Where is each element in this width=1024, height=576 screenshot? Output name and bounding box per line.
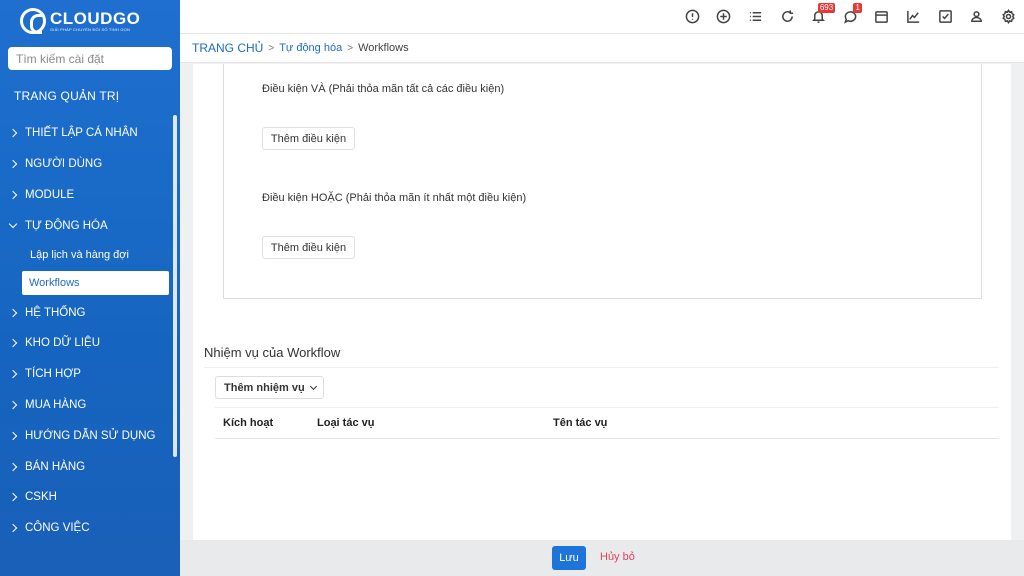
add-and-condition-button[interactable]: Thêm điều kiện <box>262 127 355 150</box>
sidebar-item-user-guide[interactable]: HƯỚNG DẪN SỬ DỤNG <box>0 420 172 451</box>
sidebar-item-automation[interactable]: TỰ ĐỘNG HÓA <box>0 210 172 241</box>
brand-tagline: GIẢI PHÁP CHUYỂN ĐỔI SỐ TINH GỌN <box>50 26 131 32</box>
task-check-icon[interactable] <box>929 0 961 33</box>
breadcrumb-current: Workflows <box>358 42 409 54</box>
sidebar-subitem-label: Lập lịch và hàng đợi <box>30 249 129 262</box>
sidebar-item-label: MODULE <box>25 188 75 201</box>
sidebar-item-module[interactable]: MODULE <box>0 180 172 211</box>
column-header-task-name[interactable]: Tên tác vụ <box>553 417 607 429</box>
brand-name: CLOUDGO <box>50 8 141 28</box>
chevron-right-icon: > <box>268 42 275 54</box>
sidebar-item-label: KHO DỮ LIỆU <box>25 337 101 350</box>
sidebar-item-label: TỰ ĐỘNG HÓA <box>25 219 108 232</box>
divider <box>204 367 999 368</box>
alert-icon[interactable] <box>676 0 708 33</box>
sidebar-item-label: CÔNG VIỆC <box>25 522 90 535</box>
sidebar-item-sales[interactable]: BÁN HÀNG <box>0 451 172 482</box>
sidebar-subitem-label: Workflows <box>29 277 80 290</box>
settings-search-input[interactable] <box>8 47 172 70</box>
chevron-down-icon <box>8 220 18 229</box>
chevron-right-icon <box>8 462 18 471</box>
chevron-right-icon <box>8 190 18 200</box>
add-icon[interactable] <box>708 0 740 33</box>
sidebar-item-label: BÁN HÀNG <box>25 460 86 473</box>
settings-gear-icon[interactable] <box>992 0 1024 33</box>
sidebar-item-label: MUA HÀNG <box>25 398 87 411</box>
bell-icon[interactable]: 693 <box>803 0 836 33</box>
sidebar-item-integration[interactable]: TÍCH HỢP <box>0 359 172 390</box>
chevron-right-icon <box>8 369 18 379</box>
save-button[interactable]: Lưu <box>552 546 586 570</box>
list-icon[interactable] <box>740 0 772 33</box>
sidebar-item-personal-settings[interactable]: THIẾT LẬP CÁ NHÂN <box>0 118 172 149</box>
breadcrumb-parent-link[interactable]: Tự động hóa <box>279 42 342 54</box>
user-icon[interactable] <box>961 0 993 33</box>
footer-action-bar: Lưu Hủy bỏ <box>180 540 1024 576</box>
sidebar-item-users[interactable]: NGƯỜI DÙNG <box>0 149 172 180</box>
chevron-down-icon <box>309 382 317 390</box>
tasks-table-header: Kích hoạt Loại tác vụ Tên tác vụ <box>215 407 999 439</box>
sidebar-subitem-workflows[interactable]: Workflows <box>22 271 169 296</box>
column-header-active[interactable]: Kích hoạt <box>223 417 273 429</box>
sidebar-item-label: HƯỚNG DẪN SỬ DỤNG <box>25 429 156 442</box>
chevron-right-icon <box>8 523 18 533</box>
chat-icon[interactable]: 1 <box>834 0 866 33</box>
message-count-badge: 1 <box>853 3 862 13</box>
sidebar-item-purchasing[interactable]: MUA HÀNG <box>0 390 172 421</box>
top-toolbar: 693 1 <box>180 0 1024 33</box>
column-header-task-type[interactable]: Loại tác vụ <box>317 417 374 429</box>
sidebar-item-label: HỆ THỐNG <box>25 306 86 319</box>
workflow-editor-panel: Điều kiện VÀ (Phải thỏa mãn tất cả các đ… <box>193 64 1011 540</box>
sidebar-item-tasks[interactable]: CÔNG VIỆC <box>0 513 172 544</box>
sidebar-title: TRANG QUẢN TRỊ <box>14 89 120 103</box>
chevron-right-icon <box>8 400 18 410</box>
add-or-condition-button[interactable]: Thêm điều kiện <box>262 236 355 259</box>
breadcrumb: TRANG CHỦ > Tự động hóa > Workflows <box>180 33 1024 63</box>
brand-logo[interactable]: CLOUDGO GIẢI PHÁP CHUYỂN ĐỔI SỐ TINH GỌN <box>20 8 140 34</box>
sidebar-item-system[interactable]: HỆ THỐNG <box>0 297 172 328</box>
chevron-right-icon <box>8 308 18 317</box>
sidebar-item-customer-care[interactable]: CSKH <box>0 482 172 513</box>
add-task-dropdown-button[interactable]: Thêm nhiệm vụ <box>215 376 324 399</box>
sidebar-item-data-store[interactable]: KHO DỮ LIỆU <box>0 328 172 359</box>
chevron-right-icon <box>8 431 18 441</box>
sidebar-item-label: THIẾT LẬP CÁ NHÂN <box>25 127 138 140</box>
calendar-icon[interactable] <box>866 0 898 33</box>
chevron-right-icon <box>8 339 18 348</box>
cancel-link[interactable]: Hủy bỏ <box>600 551 635 563</box>
sidebar-subitem-scheduler[interactable]: Lập lịch và hàng đợi <box>0 241 172 269</box>
chevron-right-icon <box>8 129 18 138</box>
sidebar-item-label: TÍCH HỢP <box>25 368 81 381</box>
breadcrumb-home-link[interactable]: TRANG CHỦ <box>192 41 263 55</box>
chevron-right-icon <box>8 159 18 169</box>
sidebar: CLOUDGO GIẢI PHÁP CHUYỂN ĐỔI SỐ TINH GỌN… <box>0 0 180 576</box>
conditions-box: Điều kiện VÀ (Phải thỏa mãn tất cả các đ… <box>223 64 982 299</box>
cloudgo-logo-icon <box>20 8 46 34</box>
refresh-icon[interactable] <box>771 0 803 33</box>
and-conditions-label: Điều kiện VÀ (Phải thỏa mãn tất cả các đ… <box>262 83 505 95</box>
chart-icon[interactable] <box>898 0 930 33</box>
chevron-right-icon <box>8 493 18 502</box>
sidebar-item-label: CSKH <box>25 491 57 504</box>
sidebar-item-label: NGƯỜI DÙNG <box>25 158 103 171</box>
sidebar-scrollbar[interactable] <box>173 115 177 457</box>
chevron-right-icon: > <box>347 42 354 54</box>
sidebar-menu: THIẾT LẬP CÁ NHÂN NGƯỜI DÙNG MODULE TỰ Đ… <box>0 118 172 544</box>
or-conditions-label: Điều kiện HOẶC (Phải thỏa mãn ít nhất mộ… <box>262 192 527 204</box>
notification-count-badge: 693 <box>817 3 836 13</box>
workflow-tasks-title: Nhiệm vụ của Workflow <box>204 345 341 360</box>
add-task-label: Thêm nhiệm vụ <box>224 381 305 394</box>
